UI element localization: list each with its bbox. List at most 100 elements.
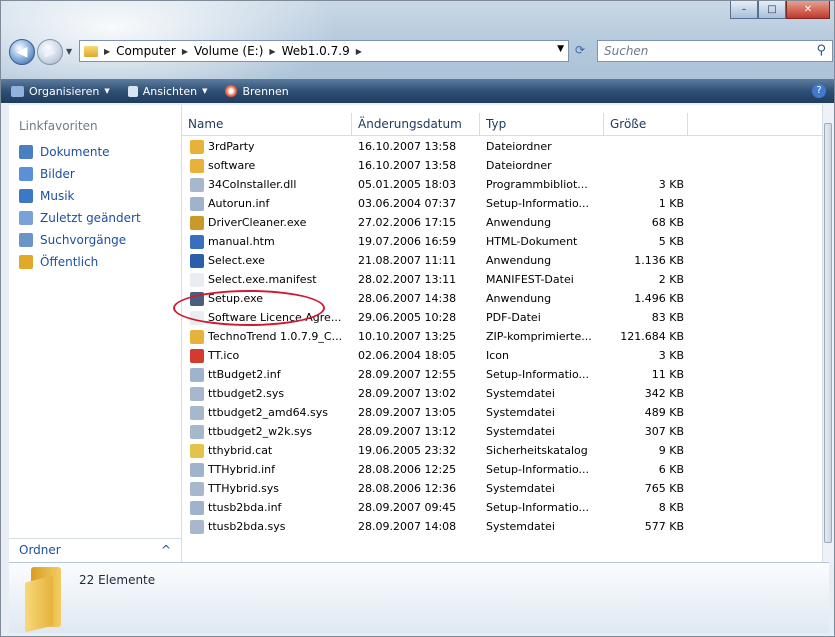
chevron-right-icon: ▶ <box>104 46 111 56</box>
file-row[interactable]: tthybrid.cat 19.06.2005 23:32 Sicherheitsk… <box>182 441 825 460</box>
vertical-scrollbar[interactable] <box>822 105 834 562</box>
sidebar-item-icon <box>19 211 33 225</box>
file-row[interactable]: ttbudget2.sys 28.09.2007 13:02 Systemdatei… <box>182 384 825 403</box>
file-row[interactable]: ttbudget2_w2k.sys 28.09.2007 13:12 Systemd… <box>182 422 825 441</box>
file-row[interactable]: ttbudget2_amd64.sys 28.09.2007 13:05 Syste… <box>182 403 825 422</box>
breadcrumb-volume[interactable]: ▶ Volume (E:) <box>182 44 264 58</box>
sidebar-item[interactable]: Bilder <box>9 163 181 185</box>
file-row[interactable]: DriverCleaner.exe 27.02.2006 17:15 Anwendu… <box>182 213 825 232</box>
file-icon <box>190 367 204 382</box>
close-button[interactable]: ✕ <box>786 1 830 19</box>
recent-pages-dropdown-icon[interactable]: ▼ <box>66 47 72 56</box>
file-row[interactable]: 3rdParty 16.10.2007 13:58 Dateiordner <box>182 137 825 156</box>
file-size: 121.684 KB <box>620 330 684 343</box>
file-date: 02.06.2004 18:05 <box>358 349 457 362</box>
file-date: 19.06.2005 23:32 <box>358 444 457 457</box>
address-dropdown-icon[interactable]: ▼ <box>557 44 564 54</box>
file-name: TT.ico <box>208 349 240 362</box>
file-size: 1 KB <box>658 197 684 210</box>
file-name: ttbudget2_amd64.sys <box>208 406 329 419</box>
folders-toggle[interactable]: Ordner ^ <box>9 538 181 560</box>
breadcrumb-folder[interactable]: ▶ Web1.0.7.9 <box>269 44 349 58</box>
column-type[interactable]: Typ <box>480 113 604 135</box>
burn-disc-icon <box>225 85 238 97</box>
sidebar-item-icon <box>19 167 33 181</box>
sidebar-item[interactable]: Öffentlich <box>9 251 181 273</box>
file-type: Dateiordner <box>486 159 552 172</box>
scrollbar-thumb[interactable] <box>824 123 832 543</box>
file-icon <box>190 215 204 230</box>
views-label: Ansichten <box>142 84 198 98</box>
organize-button[interactable]: Organisieren ▼ <box>11 85 110 98</box>
column-name[interactable]: Name <box>182 113 352 135</box>
file-icon <box>190 139 204 154</box>
file-name-cell: ttBudget2.inf <box>182 367 352 382</box>
file-name: TTHybrid.sys <box>208 482 280 495</box>
file-date: 28.09.2007 13:02 <box>358 387 457 400</box>
sidebar-item[interactable]: Zuletzt geändert <box>9 207 181 229</box>
file-size: 765 KB <box>644 482 684 495</box>
address-row: ◀ ▶ ▼ ▶ Computer ▶ Volume (E:) ▶ Web1.0.7.9… <box>9 37 833 67</box>
sidebar-item-icon <box>19 145 33 159</box>
file-size: 8 KB <box>658 501 684 514</box>
file-row[interactable]: 34CoInstaller.dll 05.01.2005 18:03 Program… <box>182 175 825 194</box>
file-size: 1.136 KB <box>634 254 684 267</box>
file-row[interactable]: Autorun.inf 03.06.2004 07:37 Setup-Informa… <box>182 194 825 213</box>
minimize-button[interactable]: – <box>730 1 758 19</box>
file-name-cell: manual.htm <box>182 234 352 249</box>
file-row[interactable]: TTHybrid.inf 28.08.2006 12:25 Setup-Inform… <box>182 460 825 479</box>
file-date: 05.01.2005 18:03 <box>358 178 457 191</box>
sidebar-item-label: Musik <box>40 189 75 203</box>
file-row[interactable]: software 16.10.2007 13:58 Dateiordner <box>182 156 825 175</box>
file-date: 28.09.2007 13:12 <box>358 425 457 438</box>
file-row[interactable]: TT.ico 02.06.2004 18:05 Icon 3 KB <box>182 346 825 365</box>
column-headers: Name Änderungsdatum Typ Größe <box>182 113 825 136</box>
sidebar-item[interactable]: Suchvorgänge <box>9 229 181 251</box>
column-date[interactable]: Änderungsdatum <box>352 113 480 135</box>
column-size[interactable]: Größe <box>604 113 688 135</box>
maximize-button[interactable]: □ <box>758 1 786 19</box>
file-icon <box>190 272 204 287</box>
file-date: 28.08.2006 12:25 <box>358 463 457 476</box>
forward-arrow-icon: ▶ <box>44 44 56 60</box>
file-date: 16.10.2007 13:58 <box>358 140 457 153</box>
views-button[interactable]: Ansichten ▼ <box>127 84 207 98</box>
sidebar-item-label: Suchvorgänge <box>40 233 127 247</box>
sidebar-item[interactable]: Musik <box>9 185 181 207</box>
file-name: DriverCleaner.exe <box>208 216 307 229</box>
file-icon <box>190 481 204 496</box>
search-input[interactable]: Suchen ⚲ <box>597 40 833 62</box>
command-bar: Organisieren ▼ Ansichten ▼ Brennen ? <box>1 79 834 103</box>
item-count: 22 Elemente <box>79 573 156 587</box>
breadcrumb-computer[interactable]: ▶ Computer <box>104 44 176 58</box>
back-button[interactable]: ◀ <box>9 39 35 65</box>
chevron-right-icon: ▶ <box>355 46 362 56</box>
file-row[interactable]: Select.exe 21.08.2007 11:11 Anwendung 1.136… <box>182 251 825 270</box>
help-icon[interactable]: ? <box>812 84 826 98</box>
file-type: Systemdatei <box>486 406 555 419</box>
breadcrumb-next[interactable]: ▶ <box>356 47 368 56</box>
file-name: TechnoTrend 1.0.7.9_C... <box>208 330 343 343</box>
sidebar-item[interactable]: Dokumente <box>9 141 181 163</box>
file-name-cell: TechnoTrend 1.0.7.9_C... <box>182 329 352 344</box>
file-row[interactable]: Select.exe.manifest 28.02.2007 13:11 MANIF… <box>182 270 825 289</box>
file-row[interactable]: ttusb2bda.sys 28.09.2007 14:08 Systemdatei… <box>182 517 825 536</box>
forward-button[interactable]: ▶ <box>37 39 63 65</box>
file-size: 2 KB <box>658 273 684 286</box>
file-name-cell: TTHybrid.sys <box>182 481 352 496</box>
chevron-down-icon: ▼ <box>104 87 110 95</box>
burn-button[interactable]: Brennen <box>225 85 289 98</box>
file-name: ttbudget2.sys <box>208 387 285 400</box>
file-type: Setup-Informatio... <box>486 368 589 381</box>
search-icon[interactable]: ⚲ <box>816 43 826 58</box>
refresh-icon[interactable]: ⟳ <box>575 43 585 57</box>
file-date: 28.09.2007 14:08 <box>358 520 457 533</box>
file-row[interactable]: ttusb2bda.inf 28.09.2007 09:45 Setup-Infor… <box>182 498 825 517</box>
file-row[interactable]: TTHybrid.sys 28.08.2006 12:36 Systemdatei 7… <box>182 479 825 498</box>
file-row[interactable]: TechnoTrend 1.0.7.9_C... 10.10.2007 13:25… <box>182 327 825 346</box>
file-type: Icon <box>486 349 509 362</box>
file-date: 28.08.2006 12:36 <box>358 482 457 495</box>
file-row[interactable]: ttBudget2.inf 28.09.2007 12:55 Setup-Infor… <box>182 365 825 384</box>
file-row[interactable]: manual.htm 19.07.2006 16:59 HTML-Dokument 5… <box>182 232 825 251</box>
address-bar[interactable]: ▶ Computer ▶ Volume (E:) ▶ Web1.0.7.9 ▶ ▼ <box>79 40 569 62</box>
